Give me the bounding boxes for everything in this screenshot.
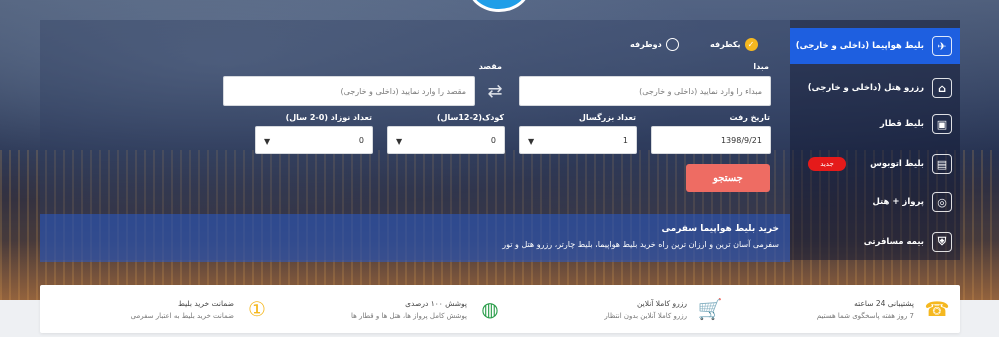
- hotel-icon: ⌂: [932, 78, 952, 98]
- info-description: سفرمی آسان ترین و ارزان ترین راه خرید بل…: [502, 240, 779, 249]
- feature-coverage: ◍ پوشش ۱۰۰ درصدی پوشش کامل پرواز ها، هتل…: [351, 285, 505, 333]
- feature-online-booking: 🛒 رزرو کاملا آنلاین رزرو کاملا آنلاین بد…: [604, 285, 725, 333]
- one-way-radio[interactable]: ✓ یکطرفه: [710, 38, 758, 51]
- sidebar-item-insurance[interactable]: ⛨ بیمه مسافرتی: [790, 224, 960, 260]
- sidebar-item-label: پرواز + هتل: [872, 197, 924, 207]
- sidebar-item-label: بلیط قطار: [879, 119, 924, 129]
- info-banner: [40, 214, 790, 262]
- feature-guarantee: ① ضمانت خرید بلیط ضمانت خرید بلیط به اعت…: [131, 285, 272, 333]
- sidebar-item-train[interactable]: ▣ بلیط قطار: [790, 106, 960, 142]
- adults-label: تعداد بزرگسال: [578, 113, 636, 122]
- radio-circle-icon: [665, 38, 679, 51]
- children-label: کودک(2-12سال): [436, 113, 504, 122]
- train-icon: ▣: [932, 114, 952, 134]
- chevron-down-icon: ▼: [264, 137, 271, 146]
- sidebar-item-label: رزرو هتل (داخلی و خارجی): [807, 83, 924, 93]
- shield-icon: ⛨: [932, 232, 952, 252]
- globe-coverage-icon: ◍: [481, 297, 499, 321]
- airplane-icon: ✈: [932, 36, 952, 56]
- chevron-down-icon: ▼: [528, 137, 535, 146]
- adults-select[interactable]: 1 ▼: [519, 126, 637, 154]
- features-bar: ☎ پشتیبانی 24 ساعته 7 روز هفته پاسخگوی ش…: [40, 285, 960, 333]
- globe-icon: ◎: [932, 192, 952, 212]
- swap-icon[interactable]: ⇄: [484, 82, 506, 102]
- chevron-down-icon: ▼: [396, 137, 403, 146]
- infants-select[interactable]: 0 ▼: [255, 126, 373, 154]
- sidebar-item-label: بلیط هواپیما (داخلی و خارجی): [795, 41, 924, 51]
- sidebar-item-flight-hotel[interactable]: ◎ پرواز + هتل: [790, 184, 960, 220]
- search-button[interactable]: جستجو: [686, 164, 770, 192]
- check-icon: ✓: [744, 38, 758, 51]
- round-trip-radio[interactable]: دوطرفه: [630, 38, 679, 51]
- departure-date-label: تاریخ رفت: [729, 113, 770, 122]
- sidebar-item-label: بلیط اتوبوس: [870, 159, 924, 169]
- departure-date-input[interactable]: 1398/9/21: [651, 126, 771, 154]
- bus-icon: ▤: [932, 154, 952, 174]
- sidebar-item-flights[interactable]: ✈ بلیط هواپیما (داخلی و خارجی): [790, 28, 960, 64]
- destination-input[interactable]: مقصد را وارد نمایید (داخلی و خارجی): [223, 76, 475, 106]
- destination-label: مقصد: [478, 62, 502, 71]
- shopping-cart-icon: 🛒: [697, 297, 723, 321]
- sidebar-item-label: بیمه مسافرتی: [863, 237, 924, 247]
- origin-label: مبدا: [753, 62, 769, 71]
- sidebar-item-hotels[interactable]: ⌂ رزرو هتل (داخلی و خارجی): [790, 70, 960, 106]
- support-agent-icon: ☎: [924, 297, 950, 321]
- new-badge: جدید: [808, 157, 846, 171]
- origin-input[interactable]: مبداء را وارد نمایید (داخلی و خارجی): [519, 76, 771, 106]
- feature-support: ☎ پشتیبانی 24 ساعته 7 روز هفته پاسخگوی ش…: [817, 285, 952, 333]
- award-badge-icon: ①: [248, 297, 266, 321]
- info-title: خرید بلیط هواپیما سفرمی: [661, 224, 779, 234]
- children-select[interactable]: 0 ▼: [387, 126, 505, 154]
- infants-label: تعداد نوزاد (0-2 سال): [285, 113, 372, 122]
